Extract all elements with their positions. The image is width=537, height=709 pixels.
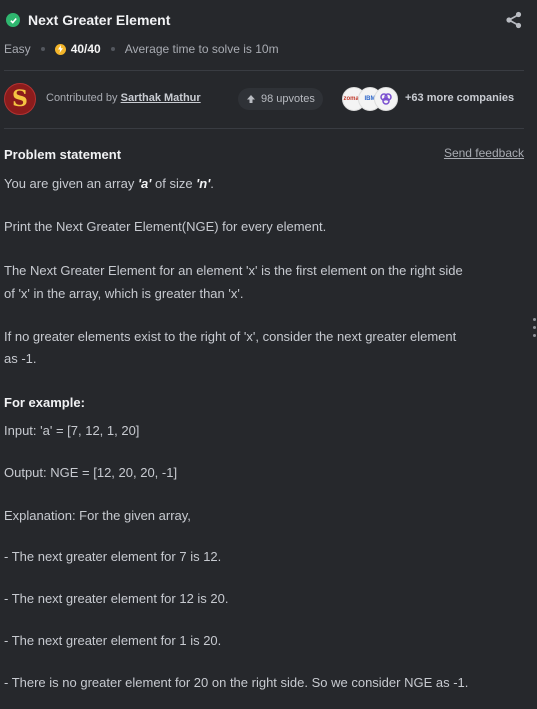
upvote-count: 98 upvotes xyxy=(261,93,315,105)
explanation-step: - The next greater element for 1 is 20. xyxy=(4,633,222,648)
resize-handle-icon[interactable] xyxy=(533,318,537,348)
contributor-link[interactable]: Sarthak Mathur xyxy=(121,92,201,104)
explanation-step: - The next greater element for 7 is 12. xyxy=(4,549,222,564)
example-explanation: Explanation: For the given array, xyxy=(4,508,191,523)
statement-paragraph: The Next Greater Element for an element … xyxy=(4,263,463,278)
title-row: Next Greater Element xyxy=(6,11,170,29)
contributed-by-label: Contributed by xyxy=(46,92,121,104)
example-output: Output: NGE = [12, 20, 20, -1] xyxy=(4,465,178,480)
statement-paragraph: Print the Next Greater Element(NGE) for … xyxy=(4,219,327,234)
separator-dot xyxy=(40,47,45,51)
upvote-button[interactable]: 98 upvotes xyxy=(238,88,323,110)
contributed-by: Contributed by Sarthak Mathur xyxy=(46,92,201,104)
send-feedback-link[interactable]: Send feedback xyxy=(444,146,524,160)
problem-statement-header: Problem statement Send feedback xyxy=(4,146,524,162)
average-time: Average time to solve is 10m xyxy=(124,42,279,56)
explanation-step: - The next greater element for 12 is 20. xyxy=(4,591,229,606)
avatar[interactable]: S xyxy=(4,83,36,115)
problem-statement-title: Problem statement xyxy=(4,147,122,162)
size-name: 'n' xyxy=(196,176,211,191)
statement-paragraph: as -1. xyxy=(4,351,37,366)
example-input: Input: 'a' = [7, 12, 1, 20] xyxy=(4,423,140,438)
score-value: 40/40 xyxy=(70,42,101,56)
statement-paragraph: of 'x' in the array, which is greater th… xyxy=(4,286,244,301)
upvote-arrow-icon xyxy=(247,95,255,103)
example-header: For example: xyxy=(4,395,85,410)
divider xyxy=(4,128,524,129)
divider xyxy=(4,70,524,71)
array-name: 'a' xyxy=(137,176,152,191)
more-companies-link[interactable]: +63 more companies xyxy=(405,92,514,104)
coin-icon xyxy=(54,43,66,55)
explanation-step: - There is no greater element for 20 on … xyxy=(4,675,469,690)
solved-check-icon xyxy=(6,13,20,27)
statement-line: You are given an array 'a' of size 'n'. xyxy=(4,173,526,195)
contributor-row: S Contributed by Sarthak Mathur 98 upvot… xyxy=(4,83,526,115)
difficulty-label: Easy xyxy=(4,42,31,56)
hashedin-logo-icon xyxy=(374,87,398,111)
text-fragment: of size xyxy=(151,176,197,191)
separator-dot xyxy=(110,47,115,51)
statement-paragraph: If no greater elements exist to the righ… xyxy=(4,329,457,344)
text-fragment: You are given an array xyxy=(4,176,138,191)
problem-title: Next Greater Element xyxy=(28,12,171,28)
problem-meta: Easy 40/40 Average time to solve is 10m xyxy=(4,41,279,57)
text-fragment: . xyxy=(210,176,214,191)
company-logos[interactable]: zomato IBM xyxy=(342,87,402,111)
share-icon[interactable] xyxy=(505,11,523,29)
